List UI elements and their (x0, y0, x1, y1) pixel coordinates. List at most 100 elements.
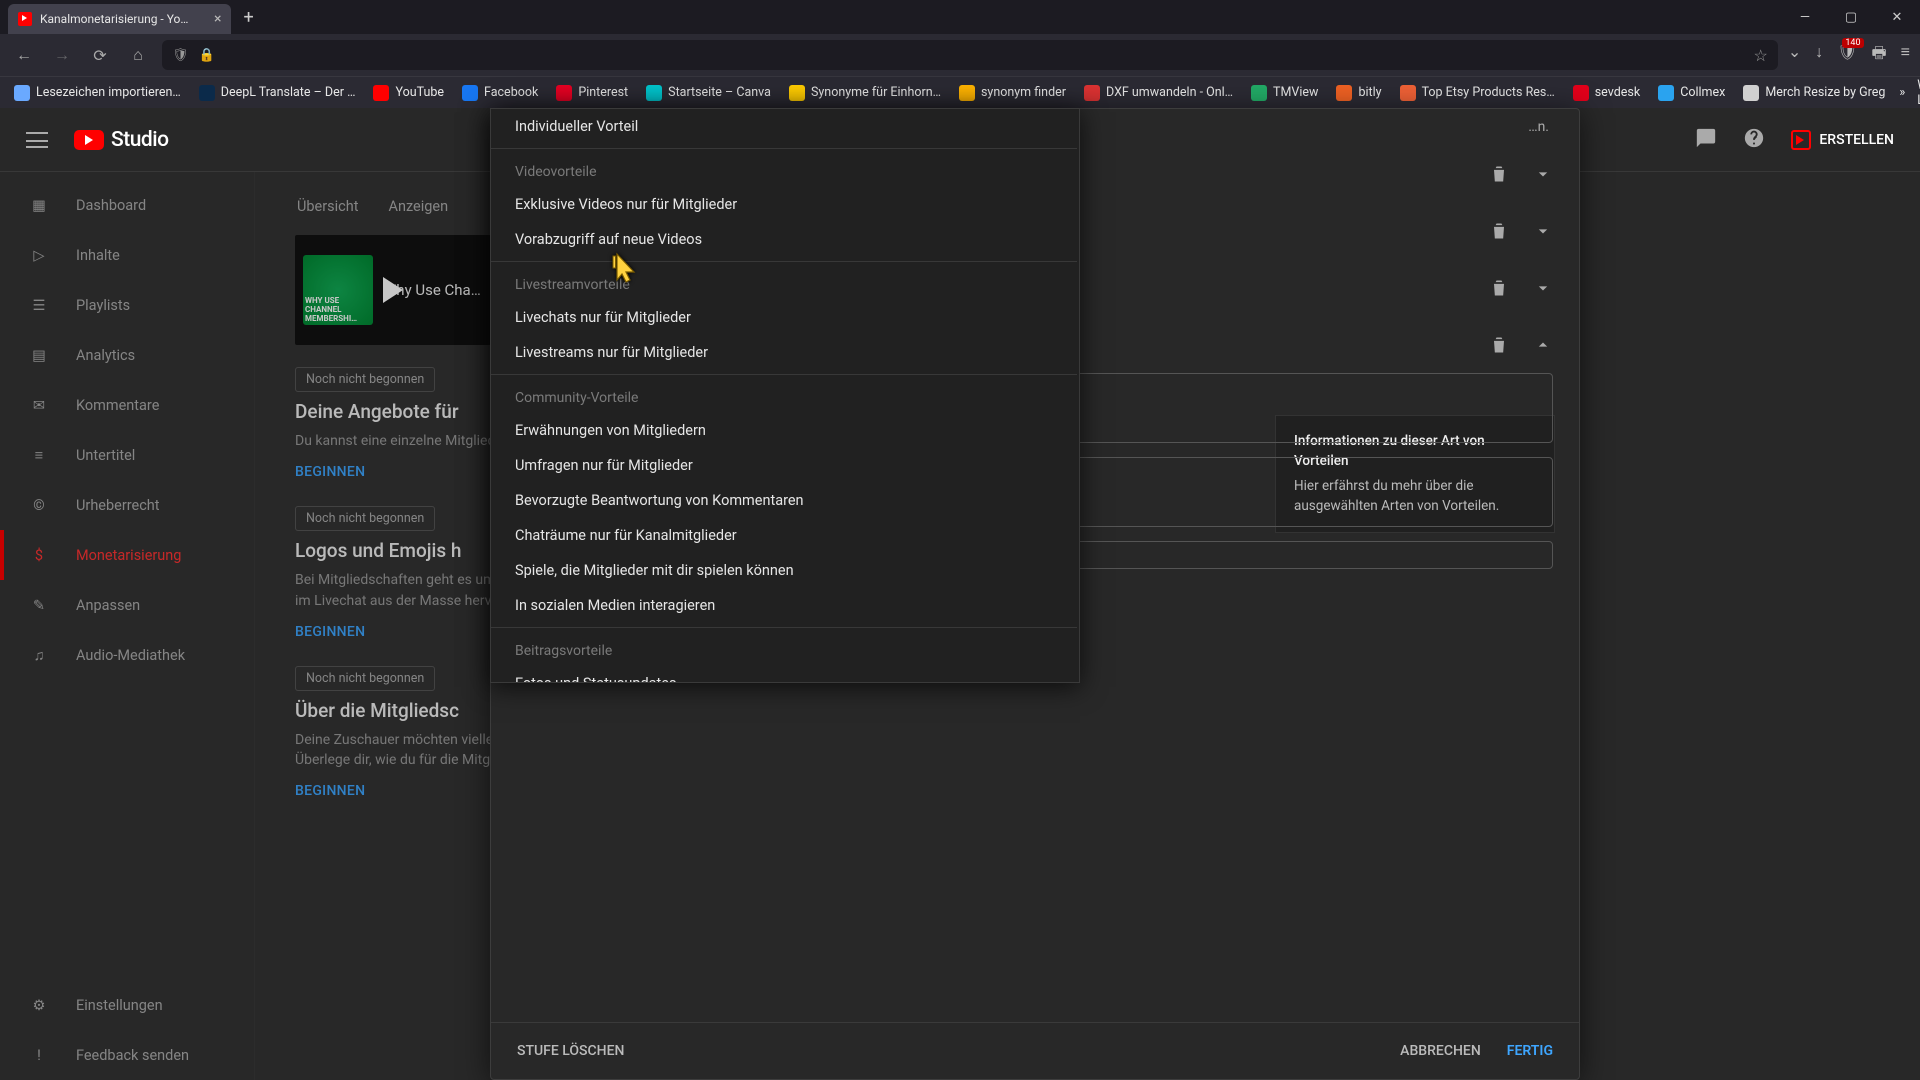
chevron-down-icon[interactable] (1533, 335, 1553, 355)
youtube-play-icon (74, 130, 104, 150)
status-chip: Noch nicht begonnen (295, 367, 435, 392)
more-bookmarks[interactable]: »Weitere Lesezeichen (1899, 78, 1920, 108)
bookmark-star-icon[interactable]: ☆ (1753, 46, 1767, 65)
bookmark-item[interactable]: bitly (1332, 82, 1385, 104)
bookmark-item[interactable]: Synonyme für Einhorn… (785, 82, 945, 104)
chat-help-icon[interactable] (1695, 127, 1717, 153)
sidebar-item-playlists[interactable]: ☰Playlists (0, 280, 254, 330)
bookmark-item[interactable]: DeepL Translate – Der … (195, 82, 360, 104)
dropdown-item[interactable]: Livestreams nur für Mitglieder (491, 335, 1077, 370)
nav-home-button[interactable]: ⌂ (124, 41, 152, 69)
address-bar[interactable]: 🛡 🔒 ☆ (162, 40, 1778, 70)
sidebar-item-audio-mediathek[interactable]: ♫Audio-Mediathek (0, 630, 254, 680)
tab-close-icon[interactable]: × (214, 11, 221, 27)
studio-sidebar: ▦Dashboard▷Inhalte☰Playlists▤Analytics✉K… (0, 172, 255, 1080)
bookmark-item[interactable]: Top Etsy Products Res… (1396, 82, 1559, 104)
dropdown-item[interactable]: Umfragen nur für Mitglieder (491, 448, 1077, 483)
dropdown-item[interactable]: Vorabzugriff auf neue Videos (491, 222, 1077, 257)
shield-icon: 🛡 (172, 48, 189, 63)
bookmark-item[interactable]: Startseite – Canva (642, 82, 775, 104)
done-button[interactable]: FERTIG (1507, 1043, 1553, 1059)
sidebar-item-feedback senden[interactable]: !Feedback senden (0, 1030, 254, 1080)
help-icon[interactable] (1743, 127, 1765, 153)
bookmark-item[interactable]: DXF umwandeln - Onl… (1080, 82, 1237, 104)
dropdown-header: Videovorteile (491, 153, 1077, 187)
bookmark-item[interactable]: Merch Resize by Greg (1739, 82, 1889, 104)
trash-icon[interactable] (1489, 164, 1509, 184)
bookmark-favicon (1336, 85, 1352, 101)
delete-tier-button[interactable]: STUFE LÖSCHEN (517, 1043, 624, 1059)
bookmark-favicon (1400, 85, 1416, 101)
bookmark-item[interactable]: YouTube (369, 82, 448, 104)
bookmark-item[interactable]: Facebook (458, 82, 542, 104)
bookmark-favicon (373, 85, 389, 101)
studio-logo[interactable]: Studio (74, 128, 169, 152)
dropdown-item[interactable]: Individueller Vorteil (491, 109, 1077, 144)
begin-button[interactable]: BEGINNEN (295, 624, 365, 640)
sidebar-item-inhalte[interactable]: ▷Inhalte (0, 230, 254, 280)
chevron-right-icon: » (1899, 85, 1905, 100)
sidebar-item-einstellungen[interactable]: ⚙Einstellungen (0, 980, 254, 1030)
pocket-icon[interactable]: ⌄ (1788, 42, 1801, 69)
bookmark-item[interactable]: sevdesk (1569, 82, 1644, 104)
dropdown-item[interactable]: In sozialen Medien interagieren (491, 588, 1077, 623)
chevron-down-icon[interactable] (1533, 278, 1553, 298)
dropdown-item[interactable]: Livechats nur für Mitglieder (491, 300, 1077, 335)
nav-reload-button[interactable]: ⟳ (86, 41, 114, 69)
print-icon[interactable]: 🖶 (1872, 42, 1887, 69)
sidebar-item-untertitel[interactable]: ≡Untertitel (0, 430, 254, 480)
intro-video[interactable]: WHY USECHANNELMEMBERSHI… Why Use Cha… (295, 235, 491, 345)
sidebar-item-urheberrecht[interactable]: ©Urheberrecht (0, 480, 254, 530)
begin-button[interactable]: BEGINNEN (295, 464, 365, 480)
dropdown-item[interactable]: Bevorzugte Beantwortung von Kommentaren (491, 483, 1077, 518)
bookmark-favicon (1658, 85, 1674, 101)
sidebar-item-anpassen[interactable]: ✎Anpassen (0, 580, 254, 630)
bookmark-favicon (959, 85, 975, 101)
status-chip: Noch nicht begonnen (295, 506, 435, 531)
sidebar-item-analytics[interactable]: ▤Analytics (0, 330, 254, 380)
dropdown-item[interactable]: Exklusive Videos nur für Mitglieder (491, 187, 1077, 222)
bookmark-item[interactable]: Lesezeichen importieren… (10, 82, 185, 104)
nav-back-button[interactable]: ← (10, 41, 38, 69)
dropdown-item[interactable]: Erwähnungen von Mitgliedern (491, 413, 1077, 448)
app-menu-icon[interactable]: ≡ (1901, 42, 1910, 69)
bookmark-item[interactable]: TMView (1247, 82, 1322, 104)
nav-forward-button[interactable]: → (48, 41, 76, 69)
dropdown-item[interactable]: Fotos und Statusupdates (491, 666, 1077, 683)
dropdown-header: Community-Vorteile (491, 379, 1077, 413)
bookmark-favicon (1084, 85, 1100, 101)
window-maximize-button[interactable]: ▢ (1828, 0, 1874, 34)
cancel-button[interactable]: ABBRECHEN (1400, 1043, 1481, 1059)
browser-tab[interactable]: Kanalmonetarisierung - YouT… × (8, 4, 231, 34)
sidebar-item-dashboard[interactable]: ▦Dashboard (0, 180, 254, 230)
bookmark-item[interactable]: Pinterest (552, 82, 632, 104)
trash-icon[interactable] (1489, 335, 1509, 355)
play-icon: ▷ (28, 244, 50, 266)
downloads-icon[interactable]: ↓ (1815, 42, 1823, 69)
chevron-down-icon[interactable] (1533, 164, 1553, 184)
bookmark-favicon (199, 85, 215, 101)
window-minimize-button[interactable]: — (1782, 0, 1828, 34)
ublock-icon[interactable]: 🛡140 (1837, 42, 1857, 69)
trash-icon[interactable] (1489, 221, 1509, 241)
dropdown-item[interactable]: Spiele, die Mitglieder mit dir spielen k… (491, 553, 1077, 588)
create-button[interactable]: ERSTELLEN (1791, 130, 1894, 150)
begin-button[interactable]: BEGINNEN (295, 783, 365, 799)
trash-icon[interactable] (1489, 278, 1509, 298)
hamburger-icon[interactable] (26, 132, 48, 148)
bookmark-favicon (1573, 85, 1589, 101)
window-close-button[interactable]: ✕ (1874, 0, 1920, 34)
bookmark-item[interactable]: synonym finder (955, 82, 1070, 104)
bookmark-favicon (556, 85, 572, 101)
chevron-down-icon[interactable] (1533, 221, 1553, 241)
sidebar-item-kommentare[interactable]: ✉Kommentare (0, 380, 254, 430)
create-icon (1791, 130, 1811, 150)
new-tab-button[interactable]: + (243, 7, 253, 28)
bookmark-item[interactable]: Collmex (1654, 82, 1729, 104)
video-thumb: WHY USECHANNELMEMBERSHI… (303, 255, 373, 325)
tab-anzeigen[interactable]: Anzeigen (386, 192, 450, 221)
dollar-icon: $ (28, 544, 50, 566)
tab-übersicht[interactable]: Übersicht (295, 192, 360, 221)
dropdown-item[interactable]: Chaträume nur für Kanalmitglieder (491, 518, 1077, 553)
sidebar-item-monetarisierung[interactable]: $Monetarisierung (0, 530, 254, 580)
